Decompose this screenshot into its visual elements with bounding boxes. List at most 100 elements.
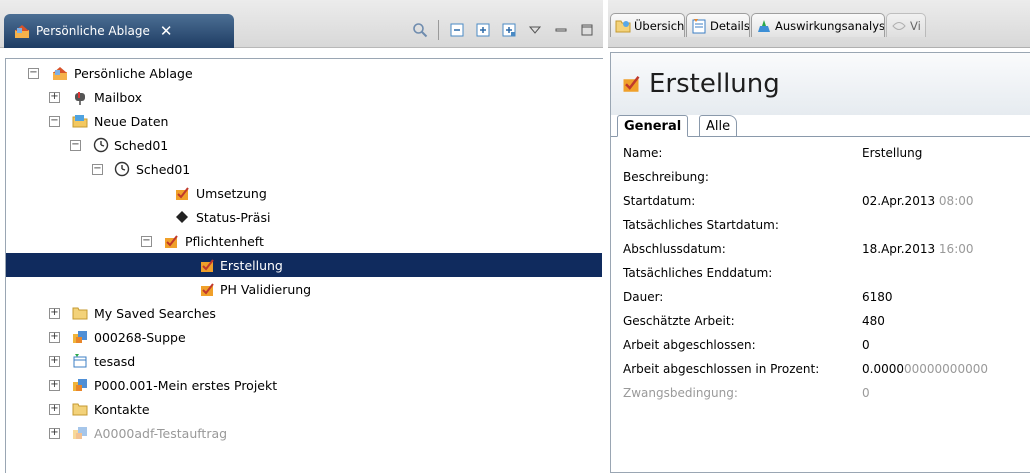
folder-icon — [72, 401, 88, 417]
view-icon — [891, 18, 907, 34]
tree-item-label: Sched01 — [136, 161, 191, 177]
property-row: Beschreibung: — [611, 165, 1030, 189]
tab-label: Details — [710, 18, 750, 33]
property-value-main: 6180 — [862, 290, 893, 304]
tree-item-label: tesasd — [94, 353, 136, 369]
tree-item-pflichtenheft[interactable]: − Pflichtenheft — [6, 229, 602, 253]
tree-item-label: P000.001-Mein erstes Projekt — [94, 377, 278, 393]
tree-item-ph-validierung[interactable]: PH Validierung — [6, 277, 602, 301]
task-icon — [199, 257, 215, 273]
property-value[interactable]: 02.Apr.2013 08:00 — [862, 194, 974, 208]
property-name: Arbeit abgeschlossen in Prozent: — [623, 362, 820, 376]
property-row: Geschätzte Arbeit: 480 — [611, 309, 1030, 333]
task-icon — [621, 73, 641, 96]
tree-item-erstellung[interactable]: Erstellung — [6, 253, 602, 277]
property-value-main: 18.Apr.2013 — [862, 242, 936, 256]
tree-item-p000-001[interactable]: + P000.001-Mein erstes Projekt — [6, 373, 602, 397]
search-icon[interactable] — [412, 22, 428, 38]
navigator-toolbar — [412, 20, 595, 40]
tab-label: Vi — [910, 18, 921, 33]
property-value[interactable]: 6180 — [862, 290, 893, 304]
toolbar-separator — [438, 20, 439, 40]
tree-item-my-saved-searches[interactable]: + My Saved Searches — [6, 301, 602, 325]
subtab-general[interactable]: General — [617, 115, 689, 137]
expand-toggle[interactable]: + — [49, 331, 60, 343]
maximize-icon[interactable] — [579, 22, 595, 38]
clock-icon — [93, 137, 109, 153]
property-value[interactable]: 0 — [862, 338, 870, 352]
property-row: Zwangsbedingung: 0 — [611, 381, 1030, 405]
expand-toggle[interactable]: + — [49, 91, 60, 103]
tree-item-umsetzung[interactable]: Umsetzung — [6, 181, 602, 205]
tab-view[interactable]: Vi — [886, 13, 926, 37]
minimize-icon[interactable] — [553, 22, 569, 38]
view-menu-icon[interactable] — [527, 22, 543, 38]
home-folder-icon — [52, 65, 68, 81]
tree-item-persoenliche-ablage[interactable]: − Persönliche Ablage — [6, 61, 602, 85]
expand-toggle[interactable]: + — [49, 355, 60, 367]
property-value[interactable]: 18.Apr.2013 16:00 — [862, 242, 974, 256]
task-icon — [163, 233, 179, 249]
tab-auswirkungsanalyse[interactable]: Auswirkungsanalyse — [751, 13, 885, 37]
task-icon — [174, 185, 190, 201]
tree-item-label: PH Validierung — [220, 281, 312, 297]
property-value-faded: 16:00 — [935, 242, 974, 256]
property-name: Arbeit abgeschlossen: — [623, 338, 756, 352]
folder-icon — [72, 305, 88, 321]
property-row: Abschlussdatum: 18.Apr.2013 16:00 — [611, 237, 1030, 261]
property-name: Startdatum: — [623, 194, 696, 208]
property-value[interactable]: 0.000000000000000 — [862, 362, 988, 376]
collapse-toggle[interactable]: − — [70, 139, 81, 151]
tab-details[interactable]: Details — [686, 13, 750, 37]
navigator-panel: Persönliche Ablage ✕ − Persönliche Ablag… — [0, 0, 603, 473]
tree-item-status-praesi[interactable]: Status-Präsi — [6, 205, 602, 229]
property-value-main: Erstellung — [862, 146, 923, 160]
project-icon — [72, 329, 88, 345]
milestone-icon — [174, 209, 190, 225]
clock-icon — [114, 161, 130, 177]
project-icon — [72, 377, 88, 393]
property-value[interactable]: 0 — [862, 386, 870, 400]
expand-all-icon[interactable] — [501, 22, 517, 38]
tree-item-000268-suppe[interactable]: + 000268-Suppe — [6, 325, 602, 349]
tab-persoenliche-ablage[interactable]: Persönliche Ablage ✕ — [4, 14, 234, 48]
collapse-toggle[interactable]: − — [141, 235, 152, 247]
property-value-main: 480 — [862, 314, 885, 328]
collapse-toggle[interactable]: − — [28, 67, 39, 79]
collapse-toggle[interactable]: − — [49, 115, 60, 127]
tree-item-sched01[interactable]: − Sched01 — [6, 133, 602, 157]
property-row: Tatsächliches Startdatum: — [611, 213, 1030, 237]
collapse-all-icon[interactable] — [449, 22, 465, 38]
tree-item-neue-daten[interactable]: − Neue Daten — [6, 109, 602, 133]
details-icon — [691, 18, 707, 34]
tree-item-label: A0000adf-Testauftrag — [94, 425, 228, 441]
expand-toggle[interactable]: + — [49, 307, 60, 319]
expand-toggle[interactable]: + — [49, 403, 60, 415]
tab-label: Übersicht — [634, 18, 685, 33]
property-name: Tatsächliches Enddatum: — [623, 266, 773, 280]
property-value[interactable]: Erstellung — [862, 146, 922, 160]
tree-item-label: Mailbox — [94, 89, 142, 105]
property-row: Arbeit abgeschlossen in Prozent: 0.000000… — [611, 357, 1030, 381]
tab-uebersicht[interactable]: Übersicht — [610, 13, 685, 37]
tree-item-a0000adf[interactable]: + A0000adf-Testauftrag — [6, 421, 602, 445]
property-name: Zwangsbedingung: — [623, 386, 738, 400]
project-icon — [72, 425, 88, 441]
expand-toggle[interactable]: + — [49, 379, 60, 391]
tree-item-label: 000268-Suppe — [94, 329, 186, 345]
property-row: Tatsächliches Enddatum: — [611, 261, 1030, 285]
expand-icon[interactable] — [475, 22, 491, 38]
navigator-header: Persönliche Ablage ✕ — [0, 0, 603, 48]
property-value-main: 0 — [862, 338, 870, 352]
collapse-toggle[interactable]: − — [92, 163, 103, 175]
close-icon[interactable]: ✕ — [160, 22, 173, 40]
tree-item-sched01-child[interactable]: − Sched01 — [6, 157, 602, 181]
tree-item-tesasd[interactable]: + tesasd — [6, 349, 602, 373]
tree-item-mailbox[interactable]: + Mailbox — [6, 85, 602, 109]
tab-label: Auswirkungsanalyse — [775, 18, 885, 33]
schedule-icon — [72, 353, 88, 369]
expand-toggle[interactable]: + — [49, 427, 60, 439]
tree-item-kontakte[interactable]: + Kontakte — [6, 397, 602, 421]
subtab-alle[interactable]: Alle — [699, 115, 738, 137]
property-value[interactable]: 480 — [862, 314, 885, 328]
